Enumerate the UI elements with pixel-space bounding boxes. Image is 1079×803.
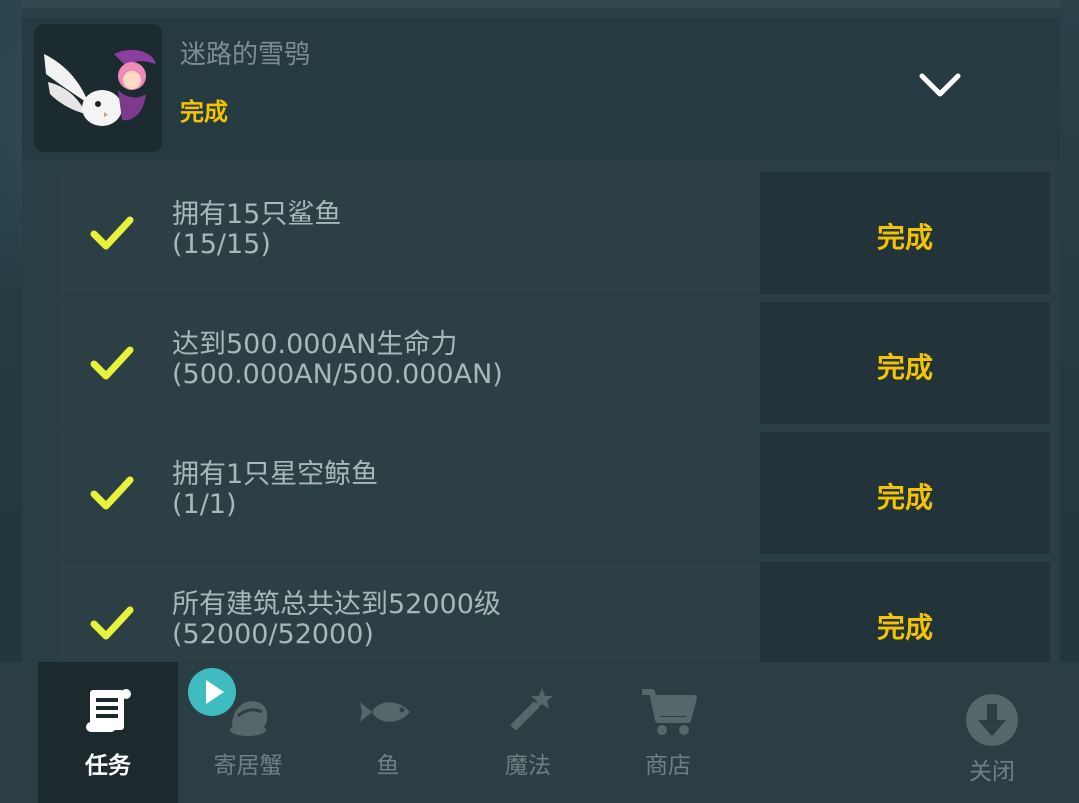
chevron-down-icon[interactable] (912, 66, 968, 106)
checkmark-icon (88, 342, 136, 384)
snowy-owl-avatar (34, 24, 162, 152)
task-info: 达到500.000AN生命力 (500.000AN/500.000AN) (60, 302, 760, 424)
task-info: 拥有15只鲨鱼 (15/15) (60, 172, 760, 294)
tab-label: 魔法 (505, 753, 551, 779)
tab-label: 鱼 (376, 753, 400, 779)
task-progress: (500.000AN/500.000AN) (172, 359, 503, 390)
tab-label: 寄居蟹 (213, 753, 283, 779)
task-name: 达到500.000AN生命力 (172, 329, 458, 360)
task-row: 拥有15只鲨鱼 (15/15) 完成 (60, 172, 1050, 294)
tab-magic[interactable]: 魔法 (458, 662, 598, 803)
download-arrow-icon (962, 690, 1022, 750)
cart-icon (638, 682, 698, 742)
close-button[interactable]: 关闭 (922, 662, 1062, 803)
task-info: 拥有1只星空鲸鱼 (1/1) (60, 432, 760, 554)
task-status: 完成 (876, 481, 933, 514)
tab-label: 任务 (85, 753, 131, 779)
tab-shop[interactable]: 商店 (598, 662, 738, 803)
fish-icon (358, 682, 418, 742)
tab-quests[interactable]: 任务 (38, 662, 178, 803)
tab-label: 商店 (645, 753, 691, 779)
magic-wand-icon (498, 682, 558, 742)
quest-status: 完成 (180, 98, 228, 126)
task-status-cell: 完成 (760, 432, 1050, 554)
task-status-cell: 完成 (760, 172, 1050, 294)
panel-top-border (22, 0, 1060, 8)
task-progress: (15/15) (172, 229, 271, 260)
scroll-icon (78, 682, 138, 742)
quest-title: 迷路的雪鸮 (180, 40, 311, 70)
task-row: 拥有1只星空鲸鱼 (1/1) 完成 (60, 432, 1050, 554)
task-progress: (52000/52000) (172, 619, 374, 650)
task-status: 完成 (876, 221, 933, 254)
task-status-cell: 完成 (760, 302, 1050, 424)
task-status: 完成 (876, 351, 933, 384)
play-icon (188, 668, 236, 720)
tab-label: 关闭 (969, 759, 1015, 785)
checkmark-icon (88, 602, 136, 644)
checkmark-icon (88, 212, 136, 254)
quest-header[interactable] (22, 18, 1060, 160)
task-name: 所有建筑总共达到52000级 (172, 589, 501, 620)
task-row: 达到500.000AN生命力 (500.000AN/500.000AN) 完成 (60, 302, 1050, 424)
task-status: 完成 (876, 611, 933, 644)
play-video-badge[interactable] (188, 668, 236, 716)
task-name: 拥有15只鲨鱼 (172, 199, 342, 230)
tab-fish[interactable]: 鱼 (318, 662, 458, 803)
checkmark-icon (88, 472, 136, 514)
task-name: 拥有1只星空鲸鱼 (172, 459, 379, 490)
task-progress: (1/1) (172, 489, 237, 520)
